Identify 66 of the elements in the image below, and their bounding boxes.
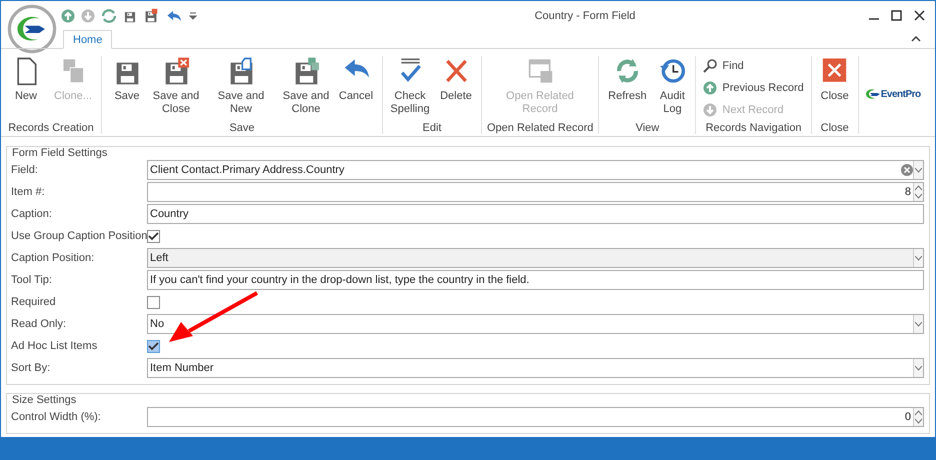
group-label: Records Creation [7, 122, 95, 134]
group-label: Save [228, 122, 256, 134]
field-label: Control Width (%): [11, 411, 102, 423]
logo-icon [864, 89, 881, 99]
ribbon-button[interactable]: Close [814, 56, 855, 120]
refresh-icon[interactable] [101, 8, 117, 22]
field-label: Item #: [11, 186, 46, 198]
text-field[interactable]: Country [147, 204, 924, 224]
checkbox[interactable] [147, 340, 160, 352]
customize-icon[interactable] [189, 12, 197, 20]
ribbon-button[interactable]: New [4, 56, 48, 120]
ribbon-button[interactable]: Save and New [203, 56, 279, 120]
dropdown-icon[interactable] [915, 366, 922, 370]
dropdown-field[interactable]: No [147, 314, 924, 334]
clear-icon[interactable] [901, 164, 913, 176]
search-icon [703, 59, 718, 73]
close-icon[interactable] [914, 10, 925, 21]
save-close-icon[interactable] [143, 8, 159, 23]
lookup-field[interactable]: Client Contact.Primary Address.Country [147, 160, 924, 180]
group-label: View [634, 122, 660, 134]
ribbon-button[interactable]: Save [105, 56, 149, 120]
up-arrow-icon[interactable] [61, 8, 75, 22]
up-arrow-icon [703, 81, 718, 95]
field-label: Use Group Caption Position [11, 230, 147, 242]
ribbon-button[interactable]: Audit Log [652, 56, 692, 120]
number-field[interactable]: 8 [147, 182, 924, 202]
field-label: Caption Position: [11, 252, 96, 264]
ribbon-button[interactable]: Previous Record [699, 78, 808, 98]
ribbon-button[interactable]: Save and Clone [279, 56, 333, 120]
ribbon-button[interactable]: Delete [434, 56, 478, 120]
field-label: Field: [11, 164, 39, 176]
window-title: Country - Form Field [534, 10, 636, 22]
ribbon-button[interactable]: Refresh [602, 56, 652, 120]
ribbon-button[interactable]: Save and Close [149, 56, 203, 120]
save-new-icon [228, 56, 254, 86]
dropdown-icon[interactable] [915, 168, 922, 172]
save-close-icon [162, 56, 190, 86]
group-label: Edit [422, 122, 442, 134]
ribbon-button[interactable]: Find [699, 56, 808, 76]
number-field[interactable]: 0 [147, 407, 924, 427]
field-label: Ad Hoc List Items [11, 340, 98, 352]
ribbon-tab[interactable]: Home [63, 30, 112, 49]
text-field[interactable]: If you can't find your country in the drop-down list, type the country in the field. [147, 270, 924, 290]
logo-text: EventPro [880, 88, 921, 100]
undo-icon[interactable] [165, 8, 183, 22]
collapse-icon[interactable] [911, 36, 921, 42]
checkbox[interactable] [147, 230, 160, 242]
ribbon-button[interactable]: Check Spelling [386, 56, 434, 120]
field-label: Read Only: [11, 318, 68, 330]
field-label: Sort By: [11, 362, 52, 374]
group-label: Close [820, 122, 850, 134]
spin-icon[interactable] [915, 185, 922, 199]
ribbon-button[interactable]: Cancel [333, 56, 379, 120]
field-label: Caption: [11, 208, 53, 220]
field-label: Tool Tip: [11, 274, 53, 286]
dropdown-icon[interactable] [915, 322, 922, 326]
app-logo-icon [7, 4, 57, 54]
maximize-icon[interactable] [891, 10, 902, 21]
checkbox[interactable] [147, 296, 160, 308]
group-label: Records Navigation [704, 122, 803, 134]
save-clone-icon [292, 56, 320, 86]
dropdown-field[interactable]: Item Number [147, 358, 924, 378]
field-label: Required [11, 296, 57, 308]
spin-icon[interactable] [915, 410, 922, 424]
group-label: Open Related Record [486, 122, 594, 134]
down-arrow-icon [703, 103, 718, 117]
